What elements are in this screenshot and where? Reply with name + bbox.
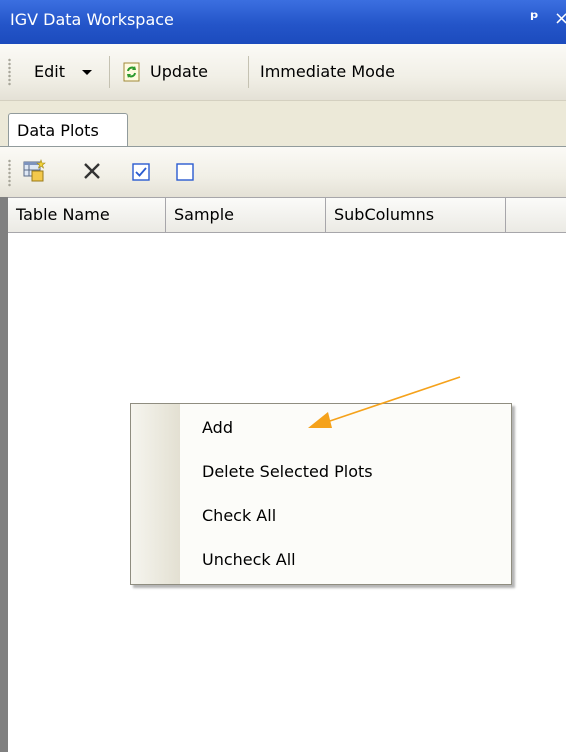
menu-item-check-all[interactable]: Check All — [180, 496, 511, 536]
main-toolbar: Edit Update Immediate Mode — [0, 44, 566, 101]
menu-item-uncheck-all[interactable]: Uncheck All — [180, 540, 511, 580]
check-all-icon[interactable] — [132, 163, 150, 181]
column-header-label: SubColumns — [334, 205, 435, 224]
column-header-label: Sample — [174, 205, 234, 224]
column-header-subcolumns[interactable]: SubColumns — [326, 198, 506, 232]
tab-strip: Data Plots — [0, 101, 566, 147]
refresh-icon — [123, 62, 140, 82]
column-header-sample[interactable]: Sample — [166, 198, 326, 232]
menu-item-label: Uncheck All — [202, 550, 296, 569]
immediate-mode-label: Immediate Mode — [260, 62, 395, 81]
close-icon[interactable]: × — [554, 8, 566, 29]
column-header-label: Table Name — [16, 205, 110, 224]
igv-data-workspace-panel: IGV Data Workspace ᵖ × Edit Update Immed… — [0, 0, 566, 752]
plots-toolbar — [0, 147, 566, 197]
window-title: IGV Data Workspace — [10, 10, 174, 29]
immediate-mode-button[interactable]: Immediate Mode — [254, 54, 434, 90]
menu-icon-gutter — [131, 404, 180, 584]
update-button[interactable]: Update — [116, 54, 242, 90]
column-header-table-name[interactable]: Table Name — [8, 198, 166, 232]
chevron-down-icon — [82, 70, 92, 75]
column-header-empty[interactable] — [506, 198, 566, 232]
menu-item-label: Add — [202, 418, 233, 437]
toolbar-separator — [248, 56, 249, 88]
add-plot-icon[interactable] — [22, 159, 46, 183]
update-label: Update — [150, 62, 208, 81]
toolbar-grip[interactable] — [8, 159, 11, 187]
menu-item-label: Check All — [202, 506, 277, 525]
tab-data-plots[interactable]: Data Plots — [8, 113, 128, 147]
annotation-arrow-icon — [308, 376, 461, 428]
title-bar[interactable]: IGV Data Workspace ᵖ × — [0, 0, 566, 44]
menu-item-delete-selected-plots[interactable]: Delete Selected Plots — [180, 452, 511, 492]
edit-label: Edit — [34, 62, 65, 81]
delete-icon[interactable] — [82, 161, 102, 181]
edit-menu-button[interactable]: Edit — [18, 54, 110, 90]
tab-label: Data Plots — [17, 121, 99, 140]
toolbar-grip[interactable] — [8, 58, 11, 86]
toolbar-separator — [109, 56, 110, 88]
pin-icon[interactable]: ᵖ — [530, 8, 539, 29]
menu-item-label: Delete Selected Plots — [202, 462, 373, 481]
grid-header: Table Name Sample SubColumns — [8, 197, 566, 233]
uncheck-all-icon[interactable] — [176, 163, 194, 181]
